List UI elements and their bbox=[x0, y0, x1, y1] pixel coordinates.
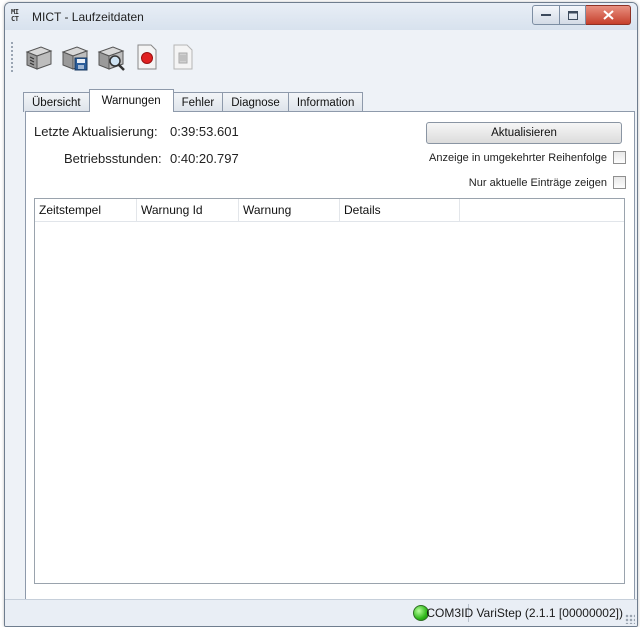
save-device-button[interactable] bbox=[60, 41, 90, 73]
app-logo-icon: MI CT bbox=[11, 9, 25, 23]
close-button[interactable] bbox=[586, 5, 631, 25]
tab-information[interactable]: Information bbox=[287, 92, 364, 112]
tab-diagnose[interactable]: Diagnose bbox=[222, 92, 289, 112]
column-header-warnung-id[interactable]: Warnung Id bbox=[137, 199, 239, 221]
toolbar-grip[interactable] bbox=[11, 42, 16, 72]
title-bar[interactable]: MI CT MICT - Laufzeitdaten bbox=[5, 3, 637, 30]
logo-line-2: CT bbox=[11, 15, 19, 23]
tab-fehler[interactable]: Fehler bbox=[172, 92, 224, 112]
warnings-table[interactable]: Zeitstempel Warnung Id Warnung Details bbox=[34, 198, 625, 584]
warnings-panel: Letzte Aktualisierung: 0:39:53.601 Betri… bbox=[25, 111, 635, 601]
tab-warnungen[interactable]: Warnungen bbox=[88, 89, 174, 112]
tab-bar: Übersicht Warnungen Fehler Diagnose Info… bbox=[23, 89, 364, 112]
status-bar: COM3 ID VariStep (2.1.1 [00000002]) bbox=[5, 599, 637, 626]
search-device-button[interactable] bbox=[96, 41, 126, 73]
tab-uebersicht[interactable]: Übersicht bbox=[23, 92, 90, 112]
operating-hours-value: 0:40:20.797 bbox=[170, 151, 239, 166]
stop-button[interactable] bbox=[168, 41, 198, 73]
column-header-zeitstempel[interactable]: Zeitstempel bbox=[35, 199, 137, 221]
table-header: Zeitstempel Warnung Id Warnung Details bbox=[35, 199, 624, 222]
resize-grip[interactable] bbox=[625, 614, 635, 624]
current-only-option[interactable]: Nur aktuelle Einträge zeigen bbox=[469, 176, 626, 189]
device-search-icon bbox=[97, 46, 125, 71]
minimize-icon bbox=[541, 14, 551, 16]
reverse-order-checkbox[interactable] bbox=[613, 151, 626, 164]
reverse-order-label: Anzeige in umgekehrter Reihenfolge bbox=[429, 151, 607, 164]
close-icon bbox=[602, 10, 614, 20]
operating-hours-label: Betriebsstunden: bbox=[64, 151, 162, 166]
record-icon bbox=[137, 44, 157, 70]
device-read-icon bbox=[25, 46, 53, 70]
maximize-icon bbox=[567, 10, 578, 20]
status-port: COM3 bbox=[426, 606, 461, 620]
refresh-button[interactable]: Aktualisieren bbox=[426, 122, 622, 144]
main-window: MI CT MICT - Laufzeitdaten Übersicht War… bbox=[4, 2, 638, 627]
current-only-label: Nur aktuelle Einträge zeigen bbox=[468, 176, 607, 189]
minimize-button[interactable] bbox=[532, 5, 560, 25]
stop-icon bbox=[173, 44, 193, 70]
window-controls bbox=[532, 5, 631, 25]
toolbar bbox=[11, 37, 271, 77]
last-update-value: 0:39:53.601 bbox=[170, 124, 239, 139]
device-save-icon bbox=[61, 46, 89, 71]
column-header-details[interactable]: Details bbox=[340, 199, 460, 221]
maximize-button[interactable] bbox=[560, 5, 586, 25]
record-button[interactable] bbox=[132, 41, 162, 73]
reverse-order-option[interactable]: Anzeige in umgekehrter Reihenfolge bbox=[429, 151, 626, 164]
last-update-label: Letzte Aktualisierung: bbox=[34, 124, 158, 139]
current-only-checkbox[interactable] bbox=[613, 176, 626, 189]
read-device-button[interactable] bbox=[24, 41, 54, 73]
window-title: MICT - Laufzeitdaten bbox=[32, 10, 144, 24]
status-device: ID VariStep (2.1.1 [00000002]) bbox=[461, 606, 623, 620]
column-header-warnung[interactable]: Warnung bbox=[239, 199, 340, 221]
